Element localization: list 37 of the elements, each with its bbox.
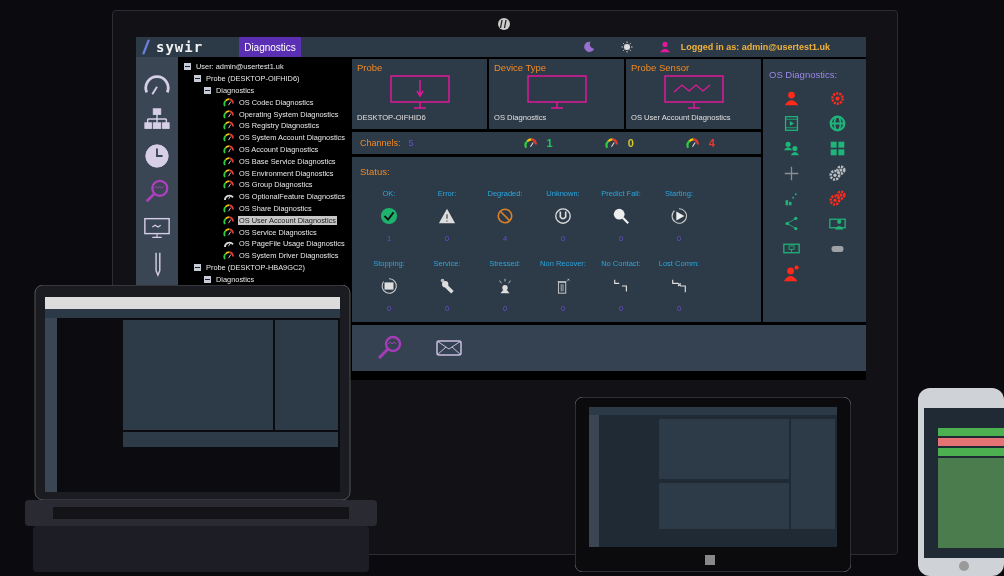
collapse-toggle[interactable] [194, 263, 201, 271]
people-icon[interactable] [783, 140, 801, 157]
gauge-icon [685, 137, 699, 149]
gears-icon[interactable] [828, 165, 846, 182]
diagnostics-tab[interactable]: Diagnostics [239, 37, 301, 57]
gear-icon[interactable] [828, 90, 846, 107]
moon-icon[interactable] [582, 41, 595, 53]
panel-title: OS Diagnostics: [769, 69, 838, 80]
collapse-toggle[interactable] [204, 87, 211, 94]
channels-count: 5 [408, 138, 414, 148]
logo-icon [497, 17, 511, 31]
logo: sywir [156, 39, 204, 55]
user-icon [658, 41, 671, 53]
gauge-icon [604, 137, 618, 149]
channel-count: 4 [708, 137, 715, 149]
card-title: Probe Sensor [631, 62, 691, 73]
clock-icon[interactable] [143, 142, 171, 170]
sun-icon[interactable] [620, 41, 633, 53]
person-icon[interactable] [783, 90, 801, 107]
collapse-toggle[interactable] [184, 63, 191, 71]
grid-icon[interactable] [828, 140, 846, 157]
film-icon[interactable] [783, 115, 801, 132]
gears-icon[interactable] [828, 190, 846, 207]
status-title: Status: [360, 166, 390, 177]
channel-count: 1 [546, 137, 553, 149]
logged-in-user: Logged in as: admin@usertest1.uk [680, 42, 830, 52]
card-title: Probe [357, 62, 384, 73]
collapse-toggle[interactable] [204, 275, 211, 283]
channels-label: Channels: [360, 138, 401, 148]
card-title: Device Type [494, 62, 548, 73]
gauge-icon [523, 137, 537, 149]
channel-count: 0 [627, 137, 634, 149]
slash-icon [142, 39, 150, 55]
globe-icon[interactable] [828, 115, 846, 132]
collapse-toggle[interactable] [194, 75, 201, 83]
plus-icon[interactable] [783, 165, 801, 182]
person-alert-icon[interactable] [783, 265, 801, 282]
